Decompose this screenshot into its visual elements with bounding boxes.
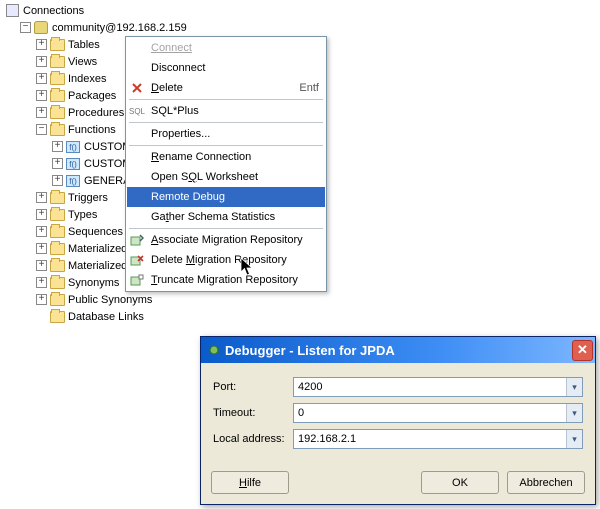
help-button[interactable]: Hilfe [211, 471, 289, 494]
ok-button[interactable]: OK [421, 471, 499, 494]
folder-icon [49, 122, 65, 138]
folder-icon [49, 88, 65, 104]
expander-icon[interactable]: + [36, 73, 47, 84]
cancel-button[interactable]: Abbrechen [507, 471, 585, 494]
debugger-dialog: Debugger - Listen for JPDA ✕ Port: ▾ Tim… [200, 336, 596, 505]
folder-icon [49, 241, 65, 257]
migrate-delete-icon [127, 250, 147, 270]
migrate-truncate-icon [127, 270, 147, 290]
menu-remote-debug[interactable]: Remote Debug [127, 187, 325, 207]
menu-delete-migration[interactable]: Delete Migration Repository [127, 250, 325, 270]
folder-icon [49, 258, 65, 274]
local-address-label: Local address: [213, 433, 293, 445]
expander-icon[interactable]: + [36, 39, 47, 50]
expander-icon[interactable]: + [36, 277, 47, 288]
menu-open-worksheet[interactable]: Open SQL Worksheet [127, 167, 325, 187]
expander-icon[interactable]: + [36, 192, 47, 203]
function-icon [65, 139, 81, 155]
expander-icon[interactable]: + [36, 107, 47, 118]
tree-connection[interactable]: − community@192.168.2.159 [4, 19, 600, 36]
dialog-body: Port: ▾ Timeout: ▾ Local address: ▾ [201, 363, 595, 467]
context-menu: Connect Disconnect Delete Entf SQL SQL*P… [125, 36, 327, 292]
tree-node-db-links[interactable]: Database Links [4, 308, 600, 325]
menu-delete[interactable]: Delete Entf [127, 78, 325, 98]
root-label: Connections [23, 5, 84, 17]
menu-associate-migration[interactable]: Associate Migration Repository [127, 230, 325, 250]
expander-icon[interactable]: + [52, 175, 63, 186]
folder-icon [49, 190, 65, 206]
expander-icon[interactable]: + [36, 56, 47, 67]
dialog-titlebar[interactable]: Debugger - Listen for JPDA ✕ [201, 337, 595, 363]
port-input[interactable] [293, 377, 583, 397]
menu-connect: Connect [127, 38, 325, 58]
menu-separator [129, 122, 323, 123]
chevron-down-icon[interactable]: ▾ [566, 378, 582, 396]
port-label: Port: [213, 381, 293, 393]
shortcut-label: Entf [299, 82, 319, 94]
folder-icon [49, 309, 65, 325]
menu-gather-stats[interactable]: Gather Schema Statistics [127, 207, 325, 227]
folder-icon [49, 37, 65, 53]
folder-icon [49, 224, 65, 240]
chevron-down-icon[interactable]: ▾ [566, 430, 582, 448]
migrate-add-icon [127, 230, 147, 250]
root-icon [4, 3, 20, 19]
tree-root[interactable]: Connections [4, 2, 600, 19]
timeout-label: Timeout: [213, 407, 293, 419]
connection-label: community@192.168.2.159 [52, 22, 187, 34]
folder-icon [49, 105, 65, 121]
dialog-title: Debugger - Listen for JPDA [225, 343, 395, 358]
expander-icon[interactable]: − [36, 124, 47, 135]
sqlplus-icon: SQL [127, 101, 147, 121]
database-icon [33, 20, 49, 36]
expander-icon[interactable]: + [52, 141, 63, 152]
expander-icon[interactable]: + [36, 226, 47, 237]
function-icon [65, 173, 81, 189]
folder-icon [49, 71, 65, 87]
menu-separator [129, 99, 323, 100]
folder-icon [49, 207, 65, 223]
menu-separator [129, 228, 323, 229]
menu-rename[interactable]: Rename Connection [127, 147, 325, 167]
bug-icon [207, 342, 221, 359]
folder-icon [49, 275, 65, 291]
close-button[interactable]: ✕ [572, 340, 593, 361]
folder-icon [49, 54, 65, 70]
expander-icon[interactable]: + [36, 90, 47, 101]
function-icon [65, 156, 81, 172]
timeout-input[interactable] [293, 403, 583, 423]
chevron-down-icon[interactable]: ▾ [566, 404, 582, 422]
menu-separator [129, 145, 323, 146]
expander-icon[interactable]: + [36, 209, 47, 220]
menu-disconnect[interactable]: Disconnect [127, 58, 325, 78]
expander-icon[interactable]: + [36, 260, 47, 271]
local-address-input[interactable] [293, 429, 583, 449]
menu-sqlplus[interactable]: SQL SQL*Plus [127, 101, 325, 121]
menu-truncate-migration[interactable]: Truncate Migration Repository [127, 270, 325, 290]
expander-icon[interactable]: − [20, 22, 31, 33]
tree-node-public-synonyms[interactable]: + Public Synonyms [4, 291, 600, 308]
folder-icon [49, 292, 65, 308]
expander-icon[interactable]: + [36, 243, 47, 254]
menu-properties[interactable]: Properties... [127, 124, 325, 144]
expander-icon[interactable]: + [52, 158, 63, 169]
expander-icon[interactable]: + [36, 294, 47, 305]
delete-icon [127, 78, 147, 98]
